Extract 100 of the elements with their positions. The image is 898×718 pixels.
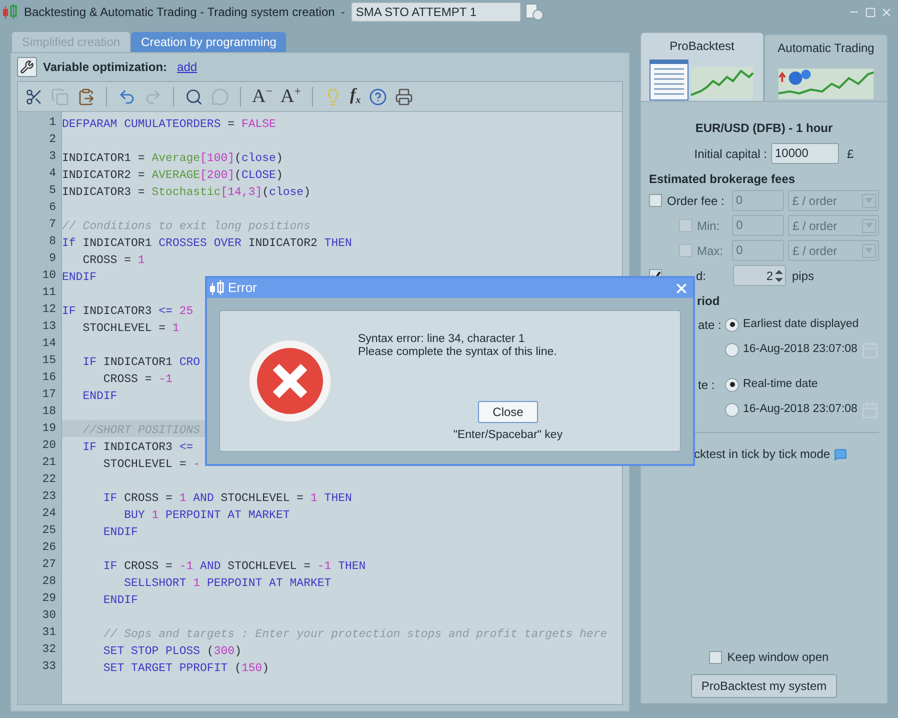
line-number: 7	[49, 217, 56, 233]
line-number: 25	[42, 523, 56, 539]
code-line: SELLSHORT 1 PERPOINT AT MARKET	[123, 577, 332, 590]
candlestick-icon	[2, 4, 20, 20]
fee-label: Min:	[697, 218, 720, 234]
radio-button[interactable]	[725, 378, 739, 392]
line-number: 18	[42, 404, 56, 420]
currency-label: £	[847, 146, 854, 162]
instrument-label: EUR/USD (DFB) - 1 hour	[695, 120, 833, 137]
line-number: 20	[42, 438, 56, 454]
line-number: 28	[42, 574, 56, 590]
line-number: 17	[42, 387, 56, 403]
line-number: 21	[42, 455, 56, 471]
keyboard-hint: "Enter/Spacebar" key	[453, 428, 563, 443]
line-number: 3	[49, 149, 56, 165]
add-link[interactable]: add	[177, 58, 198, 76]
code-line: IF INDICATOR3 <=	[82, 441, 194, 454]
radio-label: 16-Aug-2018 23:07:08	[743, 402, 858, 417]
close-icon[interactable]	[880, 6, 892, 18]
font-bigger-button[interactable]: A+	[278, 86, 304, 108]
tick-mode-label: cktest in tick by tick mode	[694, 446, 830, 463]
code-line: INDICATOR1 = Average[100](close)	[62, 152, 283, 165]
code-line: If INDICATOR1 CROSSES OVER INDICATOR2 THEN	[62, 237, 352, 250]
line-number: 19	[42, 421, 56, 437]
period-heading: riod	[697, 293, 721, 310]
font-smaller-button[interactable]: A−	[249, 86, 276, 108]
code-line: CROSS = 1	[82, 254, 145, 267]
code-line: INDICATOR2 = AVERAGE[200](CLOSE)	[62, 169, 283, 182]
code-line: IF INDICATOR1 CRO	[82, 356, 200, 369]
line-number: 14	[42, 336, 56, 352]
title-separator: -	[340, 4, 345, 21]
line-number: 27	[42, 557, 56, 573]
spread-unit: pips	[792, 268, 814, 284]
error-icon	[248, 339, 332, 423]
capital-field[interactable]: 10000	[771, 143, 839, 164]
capital-label: Initial capital :	[694, 146, 767, 162]
radio-label: Earliest date displayed	[743, 316, 859, 332]
window-title: Backtesting & Automatic Trading - Trading system creation	[24, 4, 335, 21]
code-line: // Sops and targets : Enter your protection stops and profit targets here	[102, 628, 608, 641]
code-line: SET STOP PLOSS (300)	[102, 645, 242, 658]
line-number: 26	[42, 540, 56, 556]
error-message: Please complete the syntax of this line.	[358, 346, 558, 359]
date-label: te :	[698, 378, 715, 392]
caret-icon	[865, 198, 873, 203]
keep-open-label: Keep window open	[727, 649, 829, 666]
code-line: ENDIF	[102, 526, 138, 539]
line-number: 31	[42, 625, 56, 641]
dialog-title: Error	[228, 279, 257, 298]
probacktest-button[interactable]: ProBacktest my system	[691, 674, 837, 698]
radio-button[interactable]	[725, 318, 739, 332]
code-line: // Conditions to exit long positions	[62, 220, 310, 233]
code-line: CROSS = -1	[102, 373, 172, 386]
code-line: BUY 1 PERPOINT AT MARKET	[123, 509, 290, 522]
code-line: ENDIF	[102, 594, 138, 607]
spread-spinner[interactable]: 2	[733, 265, 786, 286]
radio-button[interactable]	[725, 342, 739, 356]
line-number: 16	[42, 370, 56, 386]
checkbox[interactable]	[649, 194, 662, 207]
line-number: 1	[49, 115, 56, 131]
speech-bubble-icon	[834, 448, 848, 460]
line-number: 10	[42, 268, 56, 284]
help-document-icon[interactable]	[524, 3, 545, 21]
code-line: IF CROSS = -1 AND STOCHLEVEL = -1 THEN	[102, 560, 366, 573]
dialog-close-button[interactable]: Close	[478, 401, 538, 423]
line-number: 12	[42, 302, 56, 318]
wrench-button[interactable]	[17, 57, 37, 77]
line-number: 8	[49, 234, 56, 250]
line-number: 5	[49, 183, 56, 199]
line-number: 9	[49, 251, 56, 267]
code-line: ENDIF	[62, 271, 97, 284]
date-label: ate :	[698, 318, 722, 332]
line-number: 23	[42, 489, 56, 505]
side-tab[interactable]: Automatic Trading	[764, 34, 888, 102]
radio-button[interactable]	[725, 402, 739, 416]
line-number: 22	[42, 472, 56, 488]
line-number: 2	[49, 132, 56, 148]
line-number: 33	[42, 659, 56, 675]
code-line: INDICATOR3 = Stochastic[14,3](close)	[62, 186, 310, 199]
variable-optimization-label: Variable optimization:	[43, 59, 168, 76]
spread-label: d:	[696, 268, 706, 284]
fees-heading: Estimated brokerage fees	[649, 171, 796, 188]
fee-label: Order fee :	[667, 192, 724, 210]
maximize-icon[interactable]	[864, 6, 876, 18]
code-line: ENDIF	[82, 390, 118, 403]
error-message: Syntax error: line 34, character 1	[358, 333, 526, 346]
line-number: 24	[42, 506, 56, 522]
checkbox[interactable]	[709, 650, 722, 664]
caret-icon	[865, 223, 873, 228]
code-line: IF INDICATOR3 <= 25	[62, 305, 194, 318]
radio-label: 16-Aug-2018 23:07:08	[743, 342, 858, 357]
system-name-field[interactable]: SMA STO ATTEMPT 1	[350, 2, 521, 22]
line-number: 32	[42, 642, 56, 658]
fee-label: Max:	[697, 242, 724, 260]
code-line: STOCHLEVEL = -	[102, 458, 200, 471]
candlestick-icon	[209, 280, 225, 296]
side-tab[interactable]: ProBacktest	[640, 32, 764, 102]
line-number: 15	[42, 353, 56, 369]
line-number: 11	[42, 285, 56, 301]
line-number: 29	[42, 591, 56, 607]
line-number: 30	[42, 608, 56, 624]
